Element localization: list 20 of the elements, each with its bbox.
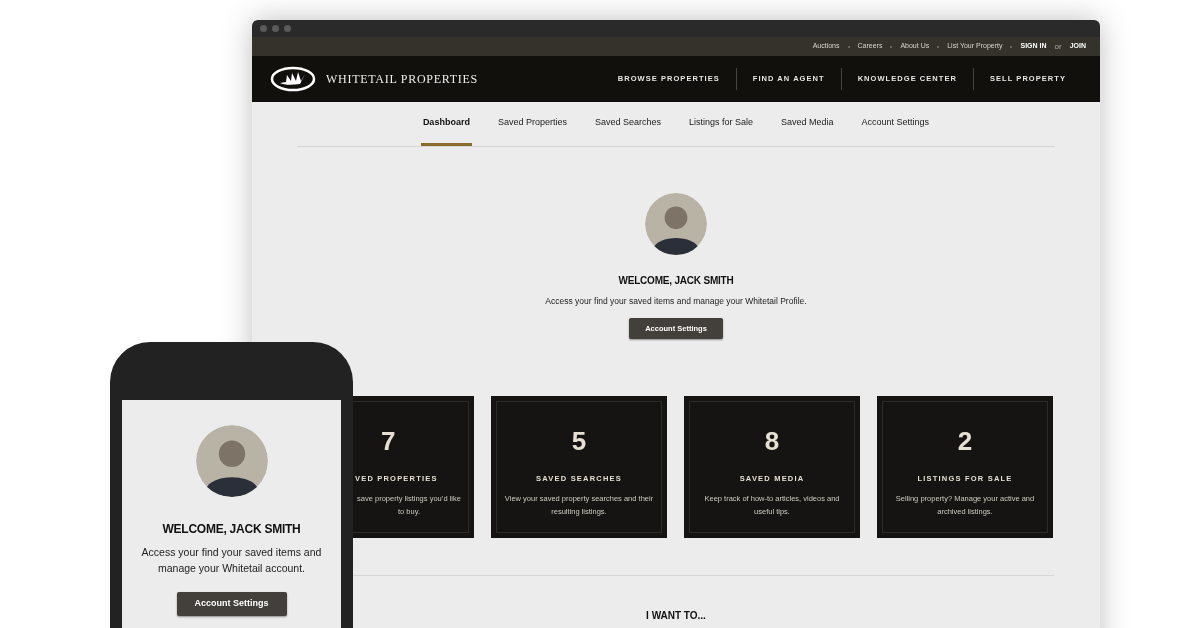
brand-name: WHITETAIL PROPERTIES [326, 71, 478, 88]
section-heading: I WANT TO... [646, 608, 706, 623]
tab[interactable]: Account Settings [859, 102, 932, 146]
or-text: or [1054, 40, 1062, 53]
welcome-text: Access your find your saved items and manage your Whitetail account. [140, 545, 323, 576]
tab[interactable]: Saved Properties [495, 102, 569, 146]
welcome-heading: WELCOME, JACK SMITH [162, 521, 301, 538]
stat-count: 2 [957, 427, 973, 454]
welcome-heading: WELCOME, JACK SMITH [618, 274, 734, 288]
welcome-text: Access your find your saved items and manage your Whitetail Profile. [545, 295, 807, 308]
tab[interactable]: Listings for Sale [687, 102, 756, 146]
stat-count: 8 [764, 427, 780, 454]
tab[interactable]: Dashboard [420, 102, 472, 146]
account-settings-button[interactable]: Account Settings [176, 592, 287, 616]
antler-logo-icon[interactable] [270, 66, 316, 92]
tab[interactable]: Saved Searches [592, 102, 663, 146]
avatar-silhouette [645, 193, 707, 255]
stat-count: 5 [571, 427, 587, 454]
tab[interactable]: Saved Media [779, 102, 836, 146]
stat-count: 7 [381, 427, 396, 454]
